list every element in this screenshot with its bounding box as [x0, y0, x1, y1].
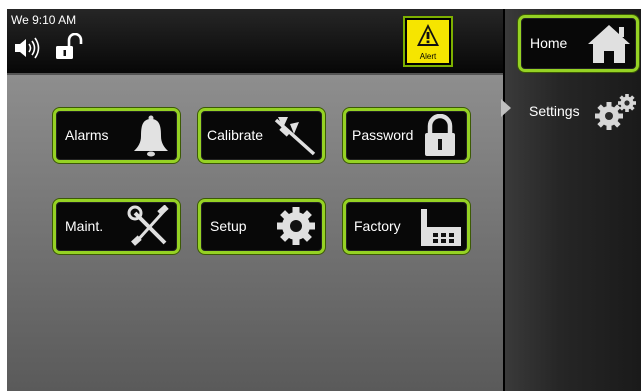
alert-button[interactable]: Alert: [403, 16, 453, 67]
status-bar: We 9:10 AM Alert: [7, 9, 503, 73]
alarms-label: Alarms: [65, 127, 109, 143]
settings-label: Settings: [529, 103, 580, 119]
factory-icon: [421, 209, 461, 246]
wrench-screwdriver-icon: [127, 205, 169, 246]
alert-label: Alert: [419, 52, 437, 61]
caliper-icon: [274, 117, 316, 156]
calibrate-button[interactable]: Calibrate: [198, 108, 325, 163]
gears-icon: [595, 94, 636, 130]
unlocked-icon[interactable]: [53, 33, 83, 61]
maint-label: Maint.: [65, 218, 104, 234]
padlock-icon: [425, 114, 455, 156]
password-label: Password: [352, 127, 414, 143]
clock: We 9:10 AM: [11, 13, 77, 27]
factory-label: Factory: [354, 218, 401, 234]
maint-button[interactable]: Maint.: [53, 199, 180, 254]
home-label: Home: [530, 35, 568, 51]
alarms-button[interactable]: Alarms: [53, 108, 180, 163]
house-icon: [588, 25, 630, 63]
speaker-icon[interactable]: [13, 37, 41, 59]
calibrate-label: Calibrate: [207, 127, 264, 143]
bell-icon: [134, 115, 168, 157]
gear-icon: [277, 207, 315, 245]
alert-triangle-icon: [417, 24, 439, 46]
home-button[interactable]: Home: [518, 15, 639, 72]
setup-label: Setup: [210, 218, 247, 234]
factory-button[interactable]: Factory: [343, 199, 470, 254]
password-button[interactable]: Password: [343, 108, 470, 163]
device-screen: We 9:10 AM Alert Alarms Calibrate Passwo…: [7, 9, 641, 391]
sidebar-item-settings[interactable]: Settings: [525, 88, 641, 134]
setup-button[interactable]: Setup: [198, 199, 325, 254]
selection-pointer: [501, 99, 511, 117]
